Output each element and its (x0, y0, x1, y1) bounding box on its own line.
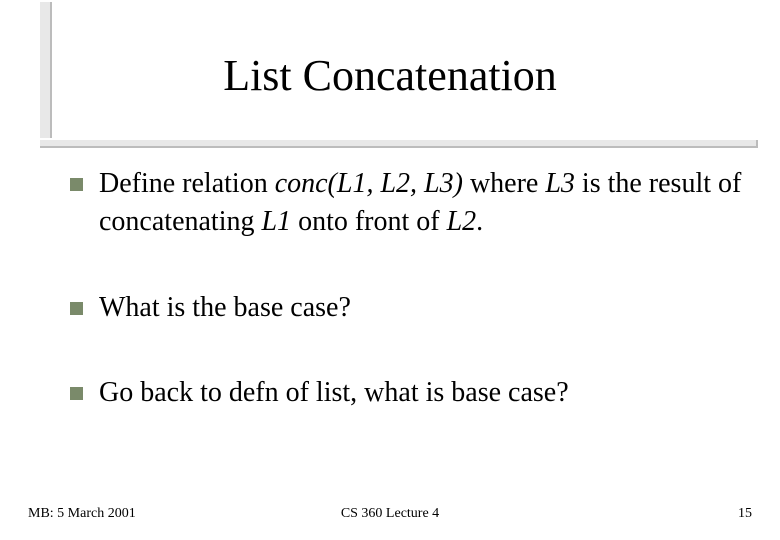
list-item: Define relation conc(L1, L2, L3) where L… (70, 165, 750, 241)
bullet-text: Define relation conc(L1, L2, L3) where L… (99, 165, 750, 241)
bullet-text: Go back to defn of list, what is base ca… (99, 374, 750, 412)
text-run: onto front of (291, 206, 447, 237)
text-run: where (463, 168, 545, 199)
slide-content: Define relation conc(L1, L2, L3) where L… (70, 165, 750, 460)
text-run-italic: L1 (261, 206, 291, 237)
list-item: What is the base case? (70, 289, 750, 327)
bullet-icon (70, 178, 83, 191)
slide-title: List Concatenation (0, 50, 780, 101)
slide-number: 15 (738, 506, 752, 522)
text-run-italic: L2 (447, 206, 477, 237)
bullet-text: What is the base case? (99, 289, 750, 327)
bullet-icon (70, 387, 83, 400)
list-item: Go back to defn of list, what is base ca… (70, 374, 750, 412)
slide-footer: MB: 5 March 2001 CS 360 Lecture 4 15 (28, 506, 752, 522)
decor-frame-horizontal (38, 138, 758, 148)
text-run-italic: conc(L1, L2, L3) (275, 168, 463, 199)
bullet-icon (70, 302, 83, 315)
text-run-italic: L3 (545, 168, 575, 199)
footer-left: MB: 5 March 2001 (28, 506, 136, 522)
text-run: . (476, 206, 483, 237)
text-run: Define relation (99, 168, 275, 199)
footer-center: CS 360 Lecture 4 (341, 506, 439, 522)
